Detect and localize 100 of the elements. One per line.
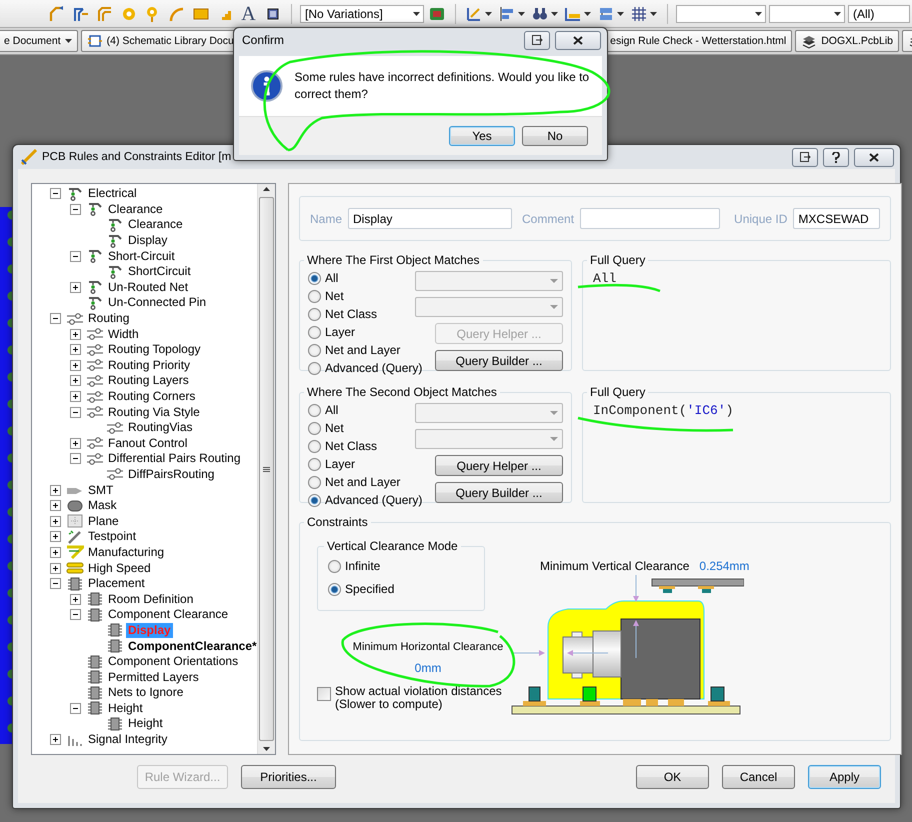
dialog-button[interactable]: Cancel xyxy=(722,765,795,789)
tree-item[interactable]: Component Clearance xyxy=(106,607,230,622)
radio-button[interactable] xyxy=(308,476,321,488)
expand-toggle[interactable] xyxy=(70,406,81,418)
tree-item[interactable]: Clearance xyxy=(126,217,185,232)
tree-item[interactable]: Room Definition xyxy=(106,592,196,607)
tree-item[interactable]: Height xyxy=(106,700,145,716)
help-button[interactable] xyxy=(823,148,849,166)
close-button[interactable] xyxy=(854,148,894,166)
tree-item[interactable]: Signal Integrity xyxy=(86,732,170,748)
tree-item[interactable]: Un-Connected Pin xyxy=(106,295,208,310)
close-button[interactable] xyxy=(555,30,601,50)
query-button[interactable]: Query Builder ... xyxy=(435,350,563,371)
tree-item[interactable]: Permitted Layers xyxy=(106,670,201,685)
radio-button[interactable] xyxy=(308,272,321,284)
expand-toggle[interactable] xyxy=(70,328,81,340)
scrollbar[interactable] xyxy=(257,184,275,754)
expand-toggle[interactable] xyxy=(70,609,81,620)
tree-item[interactable]: Routing Priority xyxy=(106,358,192,373)
expand-toggle[interactable] xyxy=(70,360,81,371)
differential-route-icon xyxy=(96,6,112,22)
tree-item[interactable]: Nets to Ignore xyxy=(106,685,186,700)
expand-toggle[interactable] xyxy=(50,562,61,574)
checkbox[interactable] xyxy=(317,687,331,701)
tree-item[interactable]: RoutingVias xyxy=(126,420,194,436)
document-tab[interactable]: DOGXL.PcbLib xyxy=(795,30,899,52)
tree-item[interactable]: High Speed xyxy=(86,560,153,576)
expand-toggle[interactable] xyxy=(70,438,81,449)
tree-item[interactable]: Un-Routed Net xyxy=(106,280,190,295)
radio-button[interactable] xyxy=(308,290,321,302)
radio-button[interactable] xyxy=(328,560,341,572)
tree-item[interactable]: Testpoint xyxy=(86,529,138,544)
tree-item[interactable]: ShortCircuit xyxy=(126,264,193,280)
expand-toggle[interactable] xyxy=(70,453,81,464)
expand-toggle[interactable] xyxy=(50,484,61,496)
expand-toggle[interactable] xyxy=(70,702,81,714)
tree-item[interactable]: Placement xyxy=(86,576,147,592)
dialog-button[interactable]: Yes xyxy=(449,126,515,146)
query-button[interactable]: Query Helper ... xyxy=(435,455,563,476)
expand-toggle[interactable] xyxy=(70,375,81,386)
radio-button[interactable] xyxy=(308,422,321,434)
radio-button[interactable] xyxy=(308,326,321,338)
expand-toggle[interactable] xyxy=(50,578,61,590)
input-field[interactable]: Display xyxy=(348,208,512,229)
expand-toggle[interactable] xyxy=(70,250,81,262)
tree-item[interactable]: Routing xyxy=(86,311,132,326)
radio-button[interactable] xyxy=(328,582,341,596)
expand-toggle[interactable] xyxy=(50,313,61,324)
tree-item[interactable]: Routing Topology xyxy=(106,342,203,358)
restore-button[interactable] xyxy=(792,148,818,166)
tree-item[interactable]: Mask xyxy=(86,498,119,514)
tree-item[interactable]: Clearance xyxy=(106,202,165,217)
tree-item[interactable]: Routing Layers xyxy=(106,373,191,388)
dialog-button[interactable]: Apply xyxy=(808,765,881,789)
expand-toggle[interactable] xyxy=(70,344,81,356)
tree-item[interactable]: Display xyxy=(126,233,170,248)
query-button[interactable]: Query Builder ... xyxy=(435,482,563,503)
radio-button[interactable] xyxy=(308,494,321,506)
tree-item[interactable]: Short-Circuit xyxy=(106,248,177,264)
text-tool-button[interactable]: A xyxy=(238,3,259,24)
expand-toggle[interactable] xyxy=(70,282,81,293)
tree-item[interactable]: Routing Via Style xyxy=(106,404,202,420)
tree-item[interactable]: Fanout Control xyxy=(106,436,190,451)
filter-dropdown[interactable]: (All) xyxy=(848,4,910,22)
tree-item[interactable]: ComponentClearance* xyxy=(126,638,257,654)
tree-item[interactable]: Height xyxy=(126,716,165,732)
tree-item[interactable]: Component Orientations xyxy=(106,654,240,670)
tree-item[interactable]: Routing Corners xyxy=(106,389,198,404)
dialog-button[interactable]: No xyxy=(522,126,588,146)
tree-item[interactable]: Differential Pairs Routing xyxy=(106,451,243,466)
clearance-rule-icon xyxy=(106,218,124,232)
restore-button[interactable] xyxy=(524,30,550,50)
radio-button[interactable] xyxy=(308,362,321,374)
tree-item[interactable]: DiffPairsRouting xyxy=(126,466,216,482)
tree-item[interactable]: Plane xyxy=(86,514,121,529)
tree-item[interactable]: Electrical xyxy=(86,186,139,202)
tree-item[interactable]: SMT xyxy=(86,482,116,498)
expand-toggle[interactable] xyxy=(50,531,61,542)
expand-toggle[interactable] xyxy=(50,500,61,512)
expand-toggle[interactable] xyxy=(70,594,81,605)
scrollbar-thumb[interactable] xyxy=(259,197,274,741)
radio-button[interactable] xyxy=(308,440,321,452)
radio-button[interactable] xyxy=(308,344,321,356)
document-tab[interactable]: e Document xyxy=(0,30,78,52)
radio-button[interactable] xyxy=(308,308,321,320)
expand-toggle[interactable] xyxy=(50,546,61,558)
expand-toggle[interactable] xyxy=(50,516,61,527)
expand-toggle[interactable] xyxy=(70,391,81,402)
input-field[interactable] xyxy=(580,208,720,229)
expand-toggle[interactable] xyxy=(50,734,61,746)
expand-toggle[interactable] xyxy=(70,204,81,215)
expand-toggle[interactable] xyxy=(50,188,61,200)
dialog-button[interactable]: Priorities... xyxy=(241,765,336,789)
dialog-button[interactable]: OK xyxy=(636,765,709,789)
variations-dropdown[interactable]: [No Variations] xyxy=(300,4,424,22)
radio-button[interactable] xyxy=(308,404,321,416)
input-field[interactable]: MXCSEWAD xyxy=(793,208,880,229)
radio-button[interactable] xyxy=(308,458,321,470)
tree-item[interactable]: Width xyxy=(106,326,141,342)
tree-item[interactable]: Manufacturing xyxy=(86,544,166,560)
